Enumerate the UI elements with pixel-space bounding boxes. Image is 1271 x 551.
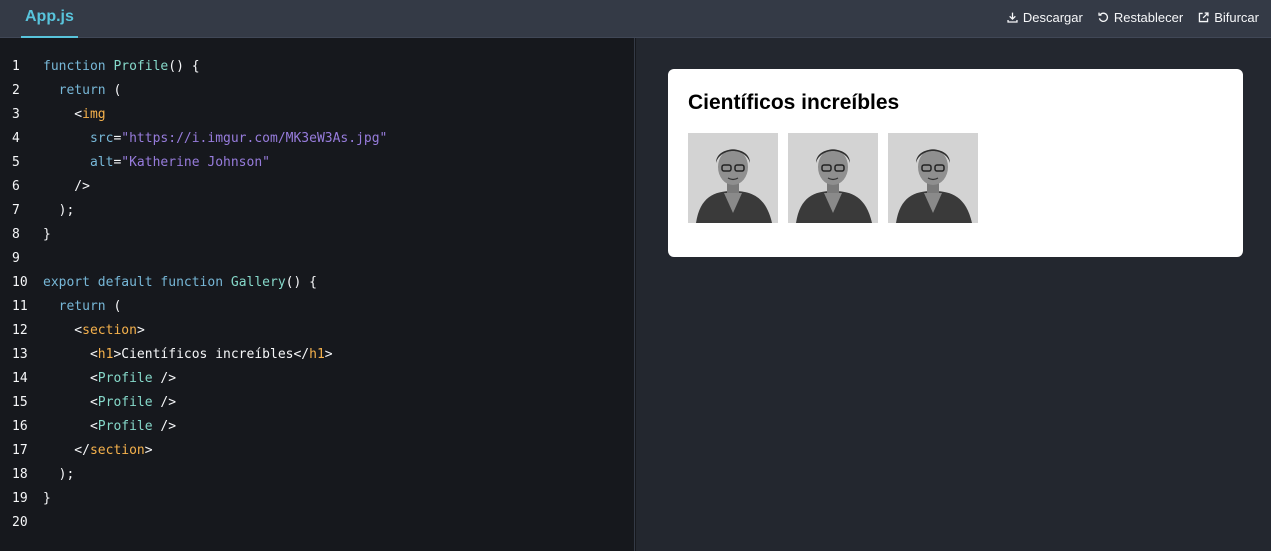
download-icon xyxy=(1007,12,1018,23)
code-line[interactable]: 19} xyxy=(0,487,635,511)
code-line[interactable]: 4 src="https://i.imgur.com/MK3eW3As.jpg" xyxy=(0,127,635,151)
line-number: 14 xyxy=(12,371,28,386)
line-number: 9 xyxy=(12,251,20,266)
code-text: <Profile /> xyxy=(43,419,177,434)
line-number: 2 xyxy=(12,83,20,98)
external-link-icon xyxy=(1198,11,1209,22)
fork-button[interactable]: Bifurcar xyxy=(1197,10,1259,25)
code-line[interactable]: 18 ); xyxy=(0,463,635,487)
toolbar-actions: Descargar Restablecer Bifurcar xyxy=(1006,0,1259,34)
code-line[interactable]: 7 ); xyxy=(0,199,635,223)
preview-pane: Científicos increíbles xyxy=(636,38,1271,551)
line-number: 18 xyxy=(12,467,28,482)
line-number: 11 xyxy=(12,299,28,314)
code-line[interactable]: 5 alt="Katherine Johnson" xyxy=(0,151,635,175)
profile-image xyxy=(788,133,878,223)
code-line[interactable]: 17 </section> xyxy=(0,439,635,463)
code-line[interactable]: 9 xyxy=(0,247,635,271)
code-text: } xyxy=(43,227,51,242)
code-text: return ( xyxy=(58,299,122,314)
line-number: 16 xyxy=(12,419,28,434)
code-text: src="https://i.imgur.com/MK3eW3As.jpg" xyxy=(89,131,388,146)
code-text: ); xyxy=(43,467,75,482)
portrait-icon xyxy=(788,133,878,223)
code-line[interactable]: 6 /> xyxy=(0,175,635,199)
editor-toolbar: App.js Descargar Restablecer Bifurcar xyxy=(0,0,1271,38)
code-editor[interactable]: 1 function Profile() {2 return (3 <img 4 s… xyxy=(0,38,635,551)
code-line[interactable]: 15 <Profile /> xyxy=(0,391,635,415)
code-line[interactable]: 8} xyxy=(0,223,635,247)
code-text: <h1>Científicos increíbles</h1> xyxy=(43,347,333,362)
code-text: <section> xyxy=(43,323,145,338)
line-number: 12 xyxy=(12,323,28,338)
preview-card: Científicos increíbles xyxy=(668,69,1243,257)
code-text: <Profile /> xyxy=(43,371,177,386)
portrait-icon xyxy=(888,133,978,223)
code-text: export default function Gallery() { xyxy=(43,275,317,290)
code-line[interactable]: 10 export default function Gallery() { xyxy=(0,271,635,295)
reset-icon xyxy=(1098,12,1108,22)
code-line[interactable]: 11 return ( xyxy=(0,295,635,319)
reset-button[interactable]: Restablecer xyxy=(1097,10,1183,25)
code-lines[interactable]: 1 function Profile() {2 return (3 <img 4 s… xyxy=(0,55,635,535)
code-text: <Profile /> xyxy=(43,395,177,410)
code-text: </section> xyxy=(43,443,153,458)
code-line[interactable]: 3 <img xyxy=(0,103,635,127)
code-line[interactable]: 20 xyxy=(0,511,635,535)
code-line[interactable]: 12 <section> xyxy=(0,319,635,343)
line-number: 3 xyxy=(12,107,20,122)
line-number: 6 xyxy=(12,179,20,194)
line-number: 19 xyxy=(12,491,28,506)
reset-label: Restablecer xyxy=(1113,9,1184,25)
code-line[interactable]: 13 <h1>Científicos increíbles</h1> xyxy=(0,343,635,367)
line-number: 1 xyxy=(12,59,20,74)
line-number: 20 xyxy=(12,515,28,530)
line-number: 5 xyxy=(12,155,20,170)
line-number: 10 xyxy=(12,275,28,290)
line-number: 17 xyxy=(12,443,28,458)
code-line[interactable]: 1 function Profile() { xyxy=(0,55,635,79)
code-text: ); xyxy=(43,203,75,218)
code-line[interactable]: 16 <Profile /> xyxy=(0,415,635,439)
line-number: 8 xyxy=(12,227,20,242)
preview-heading: Científicos increíbles xyxy=(688,91,900,114)
portrait-icon xyxy=(688,133,778,223)
fork-label: Bifurcar xyxy=(1214,9,1259,25)
code-text: return ( xyxy=(58,83,122,98)
line-number: 7 xyxy=(12,203,20,218)
code-text: /> xyxy=(43,179,90,194)
tab-app-js[interactable]: App.js xyxy=(21,0,78,38)
code-text: <img xyxy=(43,107,106,122)
code-text: } xyxy=(43,491,51,506)
code-text: function Profile() { xyxy=(43,59,200,74)
code-text: alt="Katherine Johnson" xyxy=(89,155,270,170)
download-label: Descargar xyxy=(1022,9,1083,25)
download-button[interactable]: Descargar xyxy=(1006,10,1083,25)
profile-image xyxy=(688,133,778,223)
profile-image xyxy=(888,133,978,223)
line-number: 13 xyxy=(12,347,28,362)
code-line[interactable]: 14 <Profile /> xyxy=(0,367,635,391)
code-line[interactable]: 2 return ( xyxy=(0,79,635,103)
line-number: 4 xyxy=(12,131,20,146)
line-number: 15 xyxy=(12,395,28,410)
